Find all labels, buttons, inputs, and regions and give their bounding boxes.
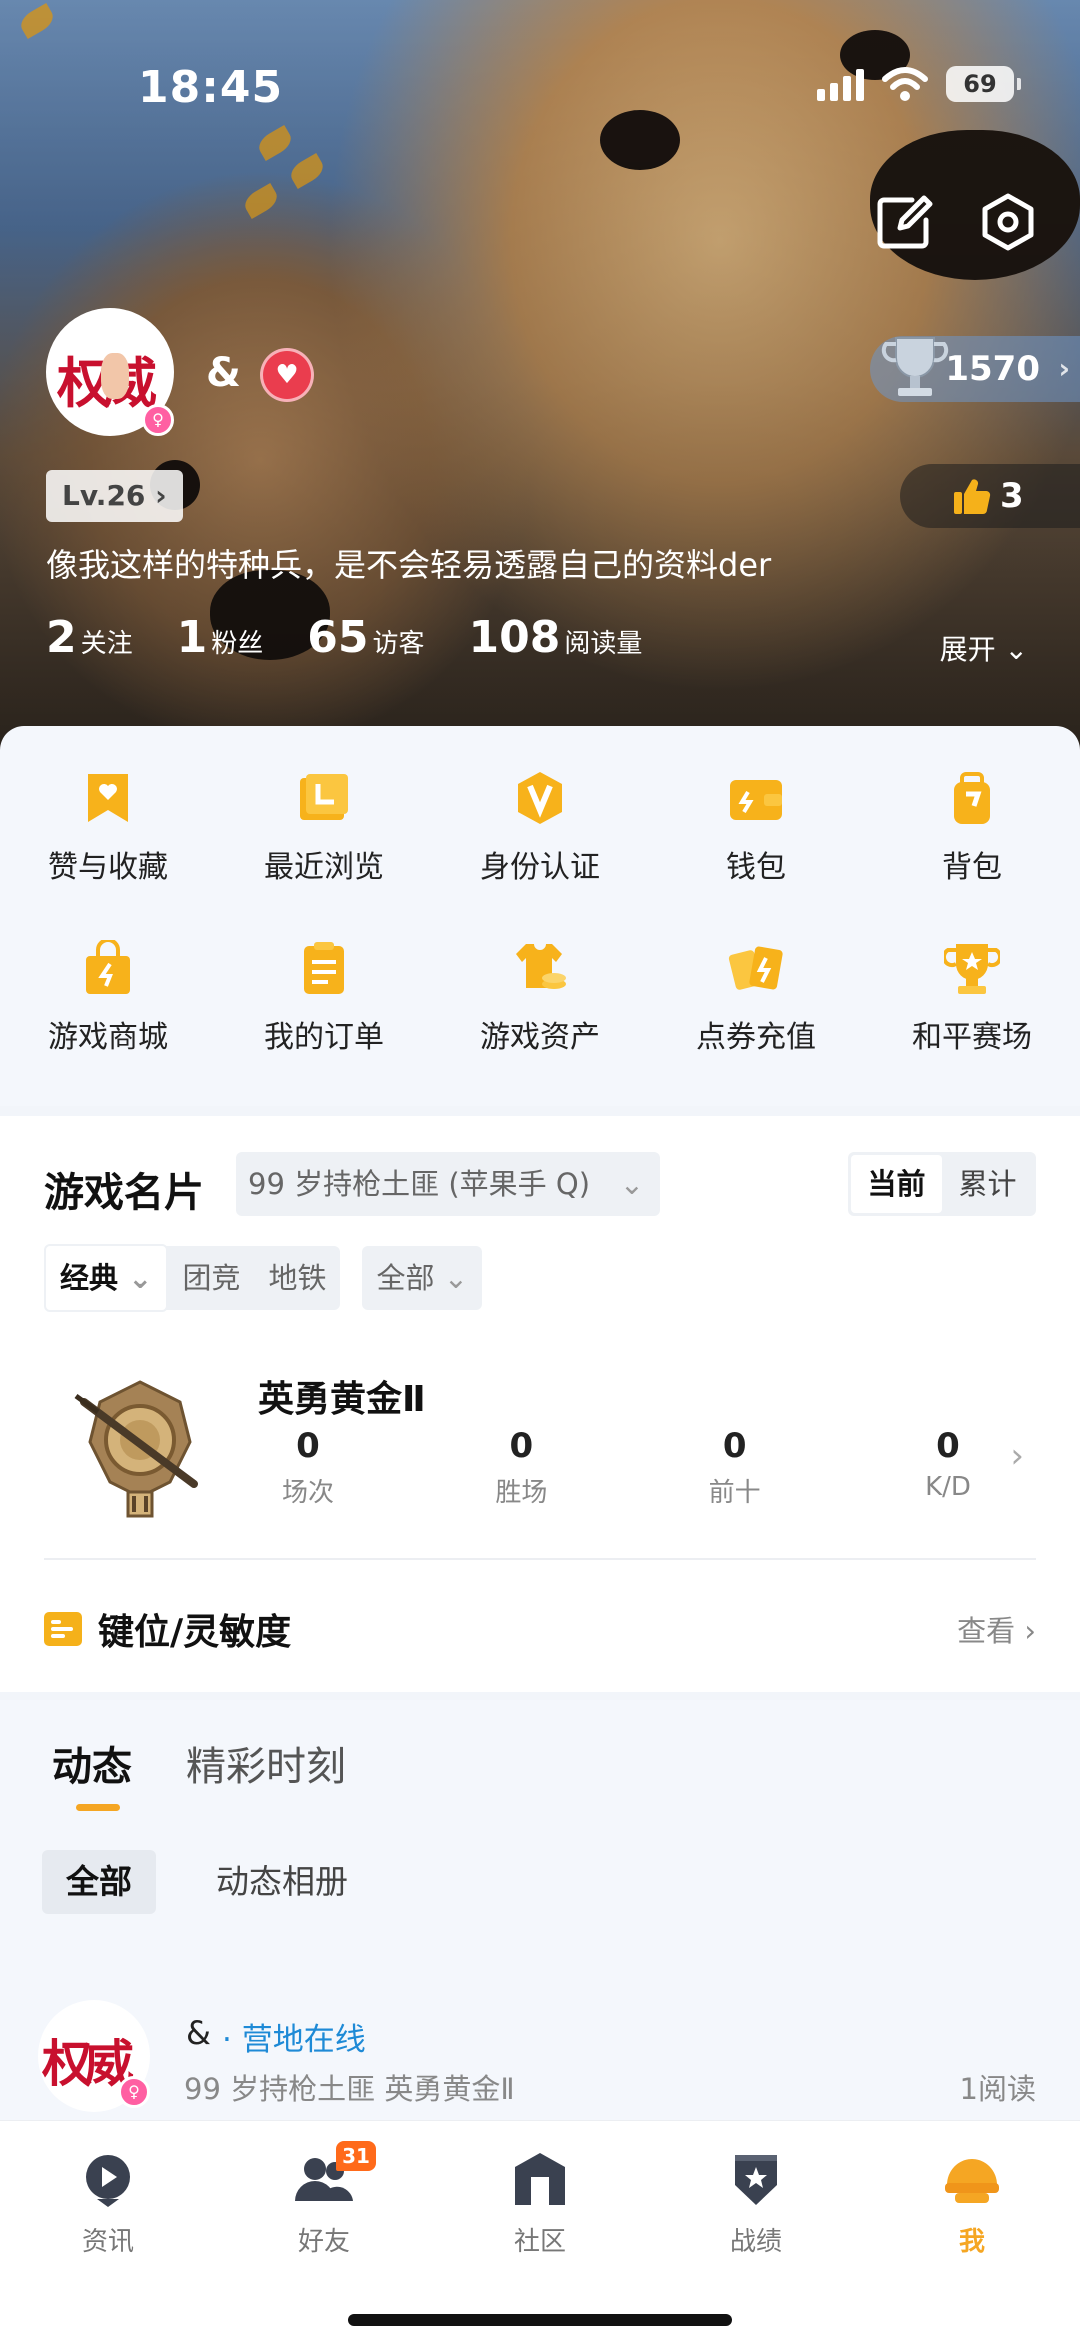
mode-metro[interactable]: 地铁 — [254, 1246, 340, 1310]
news-play-icon — [86, 2155, 130, 2207]
edit-icon[interactable] — [872, 190, 936, 254]
rank-name: 英勇黄金Ⅱ — [258, 1379, 426, 1420]
divider — [44, 1558, 1036, 1560]
mode-team[interactable]: 团竞 — [168, 1246, 254, 1310]
keybind-sensitivity-row[interactable]: 键位/灵敏度 查看 › — [44, 1584, 1036, 1674]
nav-community[interactable]: 社区 — [470, 2149, 610, 2258]
post-reads: 1阅读 — [959, 2072, 1036, 2106]
tab-highlights[interactable]: 精彩时刻 — [186, 1734, 346, 1792]
thumbs-up-icon — [954, 479, 991, 514]
trophy-score: 1570 — [945, 349, 1040, 389]
status-time: 18:45 — [138, 62, 284, 113]
wifi-icon — [882, 67, 928, 101]
helmet-me-icon — [945, 2159, 999, 2203]
chevron-right-icon: › — [1024, 1614, 1036, 1648]
chevron-right-icon: › — [1058, 352, 1070, 385]
nav-me[interactable]: 我 — [902, 2149, 1042, 2258]
post-author: & — [186, 2014, 211, 2052]
stat-matches: 0 场次 — [281, 1426, 334, 1508]
chevron-down-icon: ⌄ — [128, 1261, 153, 1295]
sliders-icon — [44, 1612, 82, 1646]
community-house-icon — [515, 2153, 565, 2205]
feed-tabs: 动态 精彩时刻 — [52, 1734, 346, 1811]
trophy-star-icon — [941, 944, 1003, 994]
mode-group: 经典 ⌄ 团竞 地铁 — [44, 1244, 341, 1312]
menu-backpack[interactable]: 背包 — [864, 770, 1080, 886]
rank-stats: 0 场次 0 胜场 0 前十 0 K/D — [258, 1426, 998, 1509]
nav-records[interactable]: 战绩 — [686, 2149, 826, 2258]
gender-female-icon: ♀ — [118, 2076, 150, 2108]
profile-stats: 2 关注 1 粉丝 65 访客 108 阅读量 — [46, 612, 642, 663]
menu-likes-favorites[interactable]: 赞与收藏 — [0, 770, 216, 886]
seg-total[interactable]: 累计 — [942, 1155, 1033, 1213]
menu-my-orders[interactable]: 我的订单 — [216, 940, 432, 1056]
friends-badge: 31 — [336, 2141, 376, 2171]
mode-all-dropdown[interactable]: 全部 ⌄ — [362, 1246, 483, 1310]
order-clipboard-icon — [304, 942, 344, 994]
backpack-icon — [954, 772, 990, 824]
chevron-down-icon: ⌄ — [1004, 633, 1028, 666]
nav-news[interactable]: 资讯 — [38, 2149, 178, 2258]
stat-top10: 0 前十 — [708, 1426, 761, 1508]
tshirt-coins-icon — [516, 944, 566, 989]
post-meta: 99 岁持枪土匪 英勇黄金Ⅱ — [184, 2072, 515, 2106]
mode-classic[interactable]: 经典 ⌄ — [44, 1244, 169, 1312]
stat-reads[interactable]: 108 阅读量 — [469, 612, 643, 663]
account-selector[interactable]: 99 岁持枪土匪 (苹果手 Q) ⌄ — [236, 1152, 660, 1216]
keybind-label: 键位/灵敏度 — [98, 1612, 292, 1653]
menu-identity-verify[interactable]: 身份认证 — [432, 770, 648, 886]
feed-filters: 全部 动态相册 — [42, 1850, 372, 1914]
tab-dynamic[interactable]: 动态 — [52, 1734, 132, 1811]
period-toggle: 当前 累计 — [848, 1152, 1036, 1216]
battery-indicator: 69 — [946, 66, 1021, 102]
view-button[interactable]: 查看 › — [957, 1608, 1036, 1650]
likes-pill[interactable]: 3 — [900, 464, 1080, 528]
menu-wallet[interactable]: 钱包 — [648, 770, 864, 886]
likes-count: 3 — [1000, 476, 1024, 516]
mode-filters: 经典 ⌄ 团竞 地铁 全部 ⌄ — [44, 1244, 483, 1312]
game-card-title: 游戏名片 — [44, 1170, 204, 1216]
verify-badge-icon — [518, 772, 562, 824]
menu-coupon-recharge[interactable]: 点券充值 — [648, 940, 864, 1056]
shopping-bag-icon — [86, 938, 130, 994]
expand-button[interactable]: 展开 ⌄ — [940, 628, 1028, 668]
chevron-down-icon: ⌄ — [619, 1167, 644, 1201]
seg-current[interactable]: 当前 — [851, 1155, 942, 1213]
signal-icon — [817, 67, 864, 101]
rank-gold-emblem-icon — [74, 1380, 198, 1518]
wallet-icon — [730, 780, 782, 820]
quick-menu: 赞与收藏 最近浏览 身份认证 钱包 背包 游戏商城 我的订单 游戏资产 点券充值… — [0, 726, 1080, 1106]
record-shield-icon — [735, 2155, 777, 2205]
coupon-cards-icon — [728, 946, 783, 990]
recent-browse-icon — [300, 774, 348, 820]
stat-following[interactable]: 2 关注 — [46, 612, 133, 663]
menu-recent-browse[interactable]: 最近浏览 — [216, 770, 432, 886]
nav-friends[interactable]: 31 好友 — [254, 2141, 394, 2258]
stat-kd: 0 K/D — [925, 1426, 971, 1502]
gender-female-icon: ♀ — [142, 404, 174, 436]
chip-album[interactable]: 动态相册 — [192, 1850, 372, 1914]
chevron-down-icon: ⌄ — [443, 1261, 469, 1295]
home-indicator[interactable] — [348, 2314, 732, 2326]
stat-visitors[interactable]: 65 访客 — [307, 612, 424, 663]
settings-hex-icon[interactable] — [976, 190, 1040, 254]
bio-text: 像我这样的特种兵，是不会轻易透露自己的资料der — [46, 546, 772, 584]
chevron-right-icon[interactable]: › — [1010, 1436, 1024, 1476]
game-card-section: 游戏名片 99 岁持枪土匪 (苹果手 Q) ⌄ 当前 累计 经典 ⌄ 团竞 地铁… — [0, 1116, 1080, 1692]
stat-wins: 0 胜场 — [495, 1426, 548, 1508]
trophy-icon — [881, 337, 949, 396]
nickname: & — [206, 350, 241, 396]
menu-game-mall[interactable]: 游戏商城 — [0, 938, 216, 1056]
stat-followers[interactable]: 1 粉丝 — [177, 612, 264, 663]
heart-icon[interactable]: ♥ — [260, 348, 314, 402]
bookmark-heart-icon — [88, 774, 128, 822]
online-status: · 营地在线 — [222, 2022, 366, 2058]
menu-game-assets[interactable]: 游戏资产 — [432, 940, 648, 1056]
menu-peace-arena[interactable]: 和平赛场 — [864, 940, 1080, 1056]
feed-section: 动态 精彩时刻 全部 动态相册 权威 ♀ & · 营地在线 99 岁持枪土匪 英… — [0, 1700, 1080, 2120]
status-indicators: 69 — [817, 66, 1021, 102]
level-badge[interactable]: Lv.26 › — [46, 470, 183, 522]
chip-all[interactable]: 全部 — [42, 1850, 156, 1914]
